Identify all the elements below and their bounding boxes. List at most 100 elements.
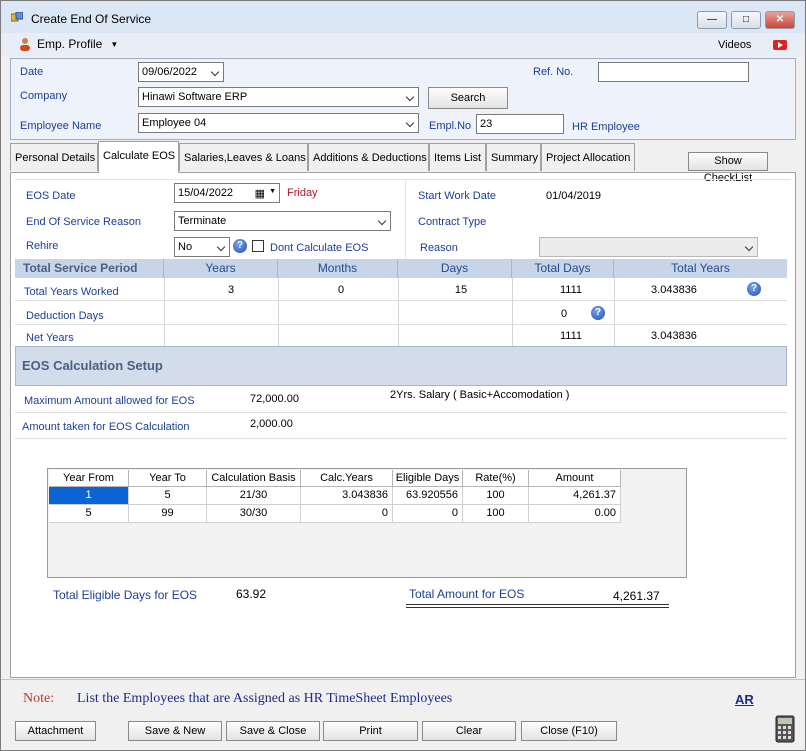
table-cell[interactable]: 4,261.37 bbox=[529, 487, 621, 505]
col-amount[interactable]: Amount bbox=[529, 470, 621, 487]
table-cell[interactable]: 0.00 bbox=[529, 505, 621, 523]
user-icon bbox=[20, 38, 30, 51]
minimize-button[interactable]: — bbox=[697, 11, 727, 29]
eos-date-field[interactable]: 15/04/2022 ▦ ▼ bbox=[174, 183, 280, 203]
service-header-total-years: Total Years bbox=[614, 259, 787, 278]
rehire-select[interactable]: No bbox=[174, 237, 230, 257]
search-button[interactable]: Search bbox=[428, 87, 508, 109]
company-label: Company bbox=[20, 90, 68, 102]
eos-reason-label: End Of Service Reason bbox=[26, 216, 141, 228]
tab-calculate-eos[interactable]: Calculate EOS bbox=[98, 141, 179, 173]
maximize-button[interactable]: □ bbox=[731, 11, 761, 29]
tab-additions-deductions[interactable]: Additions & Deductions bbox=[308, 143, 429, 171]
col-year-to[interactable]: Year To bbox=[129, 470, 207, 487]
tab-salaries-leaves-loans[interactable]: Salaries,Leaves & Loans bbox=[179, 143, 308, 171]
chevron-down-icon[interactable]: ▼ bbox=[269, 188, 276, 195]
note-text: List the Employees that are Assigned as … bbox=[77, 691, 453, 706]
table-cell[interactable]: 3.043836 bbox=[301, 487, 393, 505]
help-icon[interactable]: ? bbox=[233, 239, 247, 253]
eos-date-value: 15/04/2022 bbox=[178, 187, 234, 199]
eos-reason-value: Terminate bbox=[178, 215, 227, 227]
table-cell[interactable]: 100 bbox=[463, 487, 529, 505]
start-work-date-value: 01/04/2019 bbox=[546, 190, 602, 202]
note-label: Note: bbox=[23, 691, 55, 706]
menu-bar bbox=[1, 33, 805, 57]
ref-no-field[interactable] bbox=[598, 62, 749, 82]
calculator-icon[interactable] bbox=[775, 715, 795, 743]
show-checklist-button[interactable]: Show CheckList bbox=[688, 152, 768, 184]
table-cell[interactable]: 5 bbox=[129, 487, 207, 505]
table-cell[interactable]: 0 bbox=[301, 505, 393, 523]
table-cell[interactable]: 1 bbox=[49, 487, 129, 505]
col-calc-years[interactable]: Calc.Years bbox=[301, 470, 393, 487]
hr-employee-label: HR Employee bbox=[572, 121, 640, 133]
table-cell[interactable]: 100 bbox=[463, 505, 529, 523]
total-amount-value: 4,261.37 bbox=[613, 589, 660, 603]
save-new-button[interactable]: Save & New bbox=[128, 721, 222, 741]
date-value: 09/06/2022 bbox=[142, 66, 198, 78]
col-eligible-days[interactable]: Eligible Days bbox=[393, 470, 463, 487]
eos-day-label: Friday bbox=[287, 187, 318, 199]
col-calculation-basis[interactable]: Calculation Basis bbox=[207, 470, 301, 487]
grid-line bbox=[15, 300, 787, 301]
print-button[interactable]: Print bbox=[323, 721, 418, 741]
divider bbox=[1, 679, 805, 680]
window-title: Create End Of Service bbox=[31, 12, 152, 26]
eos-date-label: EOS Date bbox=[26, 190, 76, 202]
table-cell[interactable]: 99 bbox=[129, 505, 207, 523]
max-amount-label: Maximum Amount allowed for EOS bbox=[24, 395, 195, 407]
start-work-date-label: Start Work Date bbox=[418, 190, 497, 202]
total-underline bbox=[406, 604, 669, 608]
date-label: Date bbox=[20, 66, 44, 78]
rehire-label: Rehire bbox=[26, 240, 59, 252]
service-header-months: Months bbox=[278, 259, 398, 278]
save-close-button[interactable]: Save & Close bbox=[226, 721, 320, 741]
emp-profile-menu[interactable]: Emp. Profile ▼ bbox=[19, 37, 118, 51]
app-icon bbox=[11, 12, 23, 22]
company-select[interactable]: Hinawi Software ERP bbox=[138, 87, 419, 107]
net-total-days-value: 1111 bbox=[559, 330, 583, 342]
service-header-days: Days bbox=[398, 259, 512, 278]
attachment-button[interactable]: Attachment bbox=[15, 721, 96, 741]
clear-button[interactable]: Clear bbox=[422, 721, 516, 741]
table-cell[interactable]: 30/30 bbox=[207, 505, 301, 523]
max-amount-value: 72,000.00 bbox=[250, 393, 299, 405]
tab-summary[interactable]: Summary bbox=[486, 143, 541, 171]
videos-label[interactable]: Videos bbox=[718, 39, 751, 51]
date-field[interactable]: 09/06/2022 bbox=[138, 62, 224, 82]
dont-calculate-eos-checkbox[interactable] bbox=[252, 240, 264, 252]
help-icon[interactable]: ? bbox=[747, 282, 761, 296]
ar-language-link[interactable]: AR bbox=[735, 692, 754, 707]
table-cell[interactable]: 5 bbox=[49, 505, 129, 523]
help-icon[interactable]: ? bbox=[591, 306, 605, 320]
ref-no-label: Ref. No. bbox=[533, 66, 574, 78]
tab-project-allocation[interactable]: Project Allocation bbox=[541, 143, 635, 171]
close-button[interactable]: Close (F10) bbox=[521, 721, 617, 741]
tab-items-list[interactable]: Items List bbox=[429, 143, 486, 171]
col-year-from[interactable]: Year From bbox=[49, 470, 129, 487]
total-days-value: 1111 bbox=[559, 284, 583, 296]
tab-personal-details[interactable]: Personal Details bbox=[10, 143, 98, 171]
table-cell[interactable]: 63.920556 bbox=[393, 487, 463, 505]
table-cell[interactable]: 0 bbox=[393, 505, 463, 523]
rehire-value: No bbox=[178, 241, 193, 253]
close-window-button[interactable]: ✕ bbox=[765, 11, 795, 29]
total-eligible-days-label: Total Eligible Days for EOS bbox=[53, 588, 198, 602]
calendar-icon[interactable]: ▦ bbox=[255, 187, 265, 200]
chevron-down-icon: ▼ bbox=[110, 39, 119, 49]
employee-name-label: Employee Name bbox=[20, 120, 102, 132]
video-play-icon[interactable] bbox=[773, 40, 787, 50]
col-rate[interactable]: Rate(%) bbox=[463, 470, 529, 487]
table-cell[interactable]: 21/30 bbox=[207, 487, 301, 505]
total-years-value: 3.043836 bbox=[651, 284, 697, 296]
days-value: 15 bbox=[454, 284, 468, 296]
employee-select[interactable]: Employee 04 bbox=[138, 113, 419, 133]
reason-select[interactable] bbox=[539, 237, 758, 257]
empl-no-field[interactable]: 23 bbox=[476, 114, 564, 134]
divider bbox=[15, 179, 791, 180]
dont-calculate-eos-label: Dont Calculate EOS bbox=[270, 242, 369, 254]
eos-reason-select[interactable]: Terminate bbox=[174, 211, 391, 231]
divider bbox=[405, 181, 406, 258]
months-value: 0 bbox=[337, 284, 345, 296]
company-value: Hinawi Software ERP bbox=[142, 91, 248, 103]
